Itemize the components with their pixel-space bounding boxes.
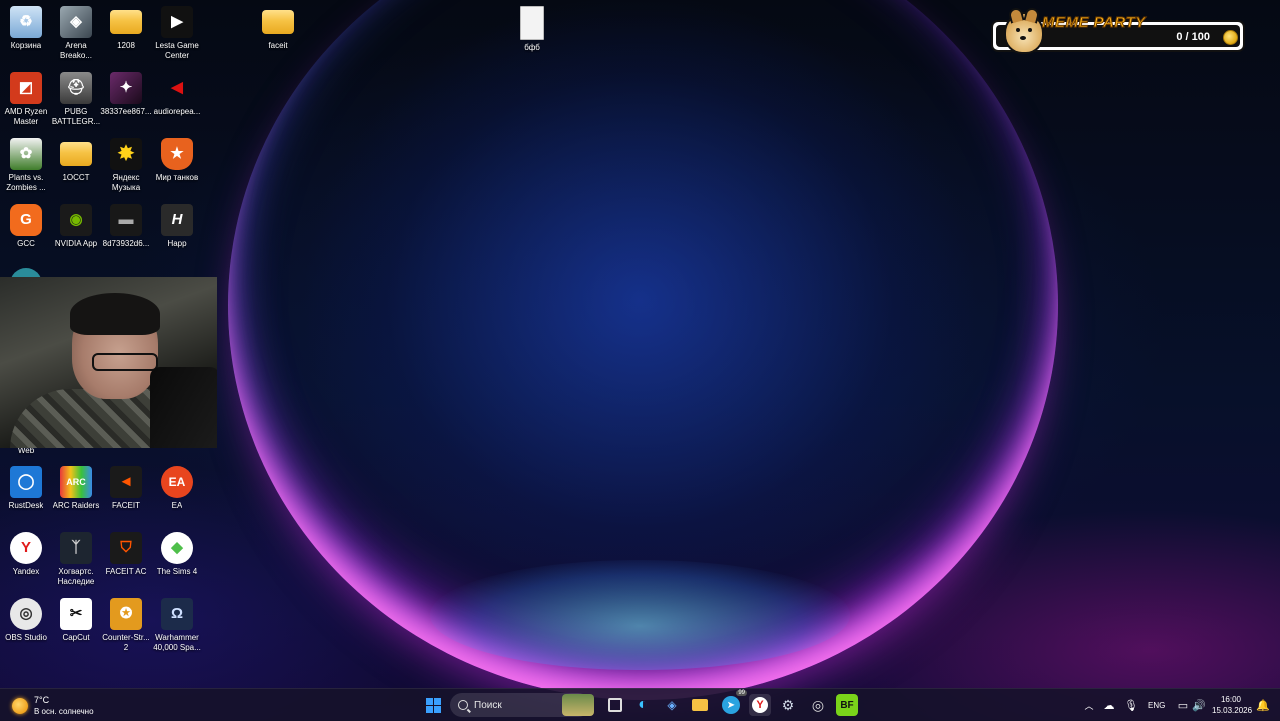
weather-widget[interactable]: 7°C В осн. солнечно — [12, 695, 94, 717]
desktop-icon-audiorepeater[interactable]: ◀ audiorepea... — [151, 72, 203, 117]
telegram-badge: 99 — [736, 690, 747, 696]
desktop-icon-folder-faceit[interactable]: faceit — [252, 6, 304, 51]
desktop-icon-gcc[interactable]: G GCC — [0, 204, 52, 249]
sims-icon: ◆ — [161, 532, 193, 564]
image-file-icon: ✦ — [110, 72, 142, 104]
image-file-icon: ▬ — [110, 204, 142, 236]
yandex-music-icon: ✸ — [110, 138, 142, 170]
folder-icon — [262, 10, 294, 34]
doge-icon — [1004, 12, 1044, 54]
desktop-icon-lesta[interactable]: ▶ Lesta Game Center — [151, 6, 203, 61]
gcc-icon: G — [10, 204, 42, 236]
audio-icon: ◀ — [171, 79, 183, 96]
desktop-icon-warhammer[interactable]: Ω Warhammer 40,000 Spa... — [151, 598, 203, 653]
lesta-icon: ▶ — [161, 6, 193, 38]
start-button[interactable] — [422, 694, 444, 716]
arc-raiders-icon: ARC — [60, 466, 92, 498]
weather-sun-icon — [12, 698, 28, 714]
desktop-icon-yandex-music[interactable]: ✸ Яндекс Музыка — [100, 138, 152, 193]
desktop-icon-yandex[interactable]: Y Yandex — [0, 532, 52, 577]
capcut-icon: ✂ — [60, 598, 92, 630]
desktop-icon-image-38337[interactable]: ✦ 38337ee867... — [100, 72, 152, 117]
desktop-icon-faceit-ac[interactable]: ⛉ FACEIT AC — [100, 532, 152, 577]
desktop-icon-document[interactable]: бфб — [506, 6, 558, 53]
pvz-icon: ✿ — [10, 138, 42, 170]
desktop-icon-nvidia-app[interactable]: ◉ NVIDIA App — [50, 204, 102, 249]
weather-temperature: 7°C — [34, 695, 50, 705]
warhammer-icon: Ω — [161, 598, 193, 630]
edge-icon[interactable]: ◐ — [632, 694, 654, 716]
desktop-icon-counter-strike-2[interactable]: ✪ Counter-Str... 2 — [100, 598, 152, 653]
weather-description: В осн. солнечно — [34, 707, 94, 716]
desktop-icon-hogwarts-legacy[interactable]: ᛉ Хогвартс. Наследие — [50, 532, 102, 587]
yandex-browser-taskbar-icon[interactable]: Y — [749, 694, 771, 716]
webcam-overlay — [0, 277, 217, 448]
obs-icon: ◎ — [10, 598, 42, 630]
desktop-icon-capcut[interactable]: ✂ CapCut — [50, 598, 102, 643]
steam-icon[interactable]: ⚙ — [777, 694, 799, 716]
tray-overflow-chevron-icon[interactable]: ︿ — [1078, 694, 1100, 716]
windows-logo-icon — [425, 697, 441, 713]
file-explorer-icon[interactable] — [689, 694, 711, 716]
ea-icon: EA — [161, 466, 193, 498]
desktop-icon-ea[interactable]: EA EA — [151, 466, 203, 511]
desktop-icon-pubg[interactable]: ⛑ PUBG BATTLEGR... — [50, 72, 102, 127]
webcam-person-glasses — [92, 353, 158, 371]
onedrive-icon[interactable]: ☁ — [1098, 694, 1120, 716]
desktop-icon-rustdesk[interactable]: ◯ RustDesk — [0, 466, 52, 511]
pubg-icon: ⛑ — [60, 72, 92, 104]
desktop-icon-image-8d739[interactable]: ▬ 8d73932d6... — [100, 204, 152, 249]
webcam-microphone — [150, 367, 217, 448]
search-highlight-image[interactable] — [562, 694, 594, 716]
microphone-icon[interactable]: 🎙 — [1120, 694, 1142, 716]
meme-party-score: 0 / 100 — [1176, 31, 1210, 43]
coin-icon — [1223, 30, 1238, 45]
desktop-icon-sims-4[interactable]: ◆ The Sims 4 — [151, 532, 203, 577]
document-icon — [520, 6, 544, 40]
folder-icon — [60, 142, 92, 166]
nvidia-icon: ◉ — [60, 204, 92, 236]
desktop-icon-folder-1occt[interactable]: 1OCCT — [50, 138, 102, 183]
folder-icon — [110, 10, 142, 34]
microsoft-365-icon[interactable]: ◈ — [661, 694, 683, 716]
clock-time: 16:00 — [1220, 695, 1242, 704]
arena-breakout-icon: ◈ — [60, 6, 92, 38]
meme-party-title: MEME PARTY — [1042, 14, 1146, 32]
desktop-icon-arena-breakout[interactable]: ◈ Arena Breako... — [50, 6, 102, 61]
desktop-icon-folder-1208[interactable]: 1208 — [100, 6, 152, 51]
taskbar: 7°C В осн. солнечно Поиск ◐ ◈ ➤ 99 Y ⚙ ◎… — [0, 688, 1280, 721]
taskbar-clock[interactable]: 16:00 15.03.2026 — [1212, 694, 1253, 716]
desktop-icon-amd-ryzen-master[interactable]: ◩ AMD Ryzen Master — [0, 72, 52, 127]
webcam-person-hair — [70, 293, 160, 335]
desktop-icon-faceit[interactable]: ◄ FACEIT — [100, 466, 152, 511]
obs-taskbar-icon[interactable]: ◎ — [807, 694, 829, 716]
task-view-button[interactable] — [604, 694, 626, 716]
faceit-ac-icon: ⛉ — [110, 532, 142, 564]
desktop-icon-plants-vs-zombies[interactable]: ✿ Plants vs. Zombies ... — [0, 138, 52, 193]
wallpaper-orb-glow — [430, 560, 850, 670]
hogwarts-icon: ᛉ — [60, 532, 92, 564]
language-indicator[interactable]: ENG — [1148, 701, 1165, 710]
desktop-icon-happ[interactable]: H Happ — [151, 204, 203, 249]
desktop-icon-obs-studio[interactable]: ◎ OBS Studio — [0, 598, 52, 643]
telegram-icon[interactable]: ➤ 99 — [720, 690, 747, 716]
battlefield-icon[interactable]: BF — [836, 694, 858, 716]
volume-icon[interactable]: 🔊 — [1188, 694, 1210, 716]
happ-icon: H — [161, 204, 193, 236]
desktop-icon-recycle-bin[interactable]: ♻ Корзина — [0, 6, 52, 51]
search-placeholder: Поиск — [474, 699, 502, 711]
faceit-icon: ◄ — [110, 466, 142, 498]
cs2-icon: ✪ — [110, 598, 142, 630]
rustdesk-icon: ◯ — [10, 466, 42, 498]
notifications-icon[interactable]: 🔔 — [1252, 694, 1274, 716]
mir-tankov-icon: ★ — [161, 138, 193, 170]
recycle-bin-icon: ♻ — [10, 6, 42, 38]
clock-date: 15.03.2026 — [1212, 706, 1253, 715]
yandex-browser-icon: Y — [10, 532, 42, 564]
desktop-icon-arc-raiders[interactable]: ARC ARC Raiders — [50, 466, 102, 511]
desktop-icon-mir-tankov[interactable]: ★ Мир танков — [151, 138, 203, 183]
search-icon — [458, 700, 468, 710]
amd-icon: ◩ — [10, 72, 42, 104]
